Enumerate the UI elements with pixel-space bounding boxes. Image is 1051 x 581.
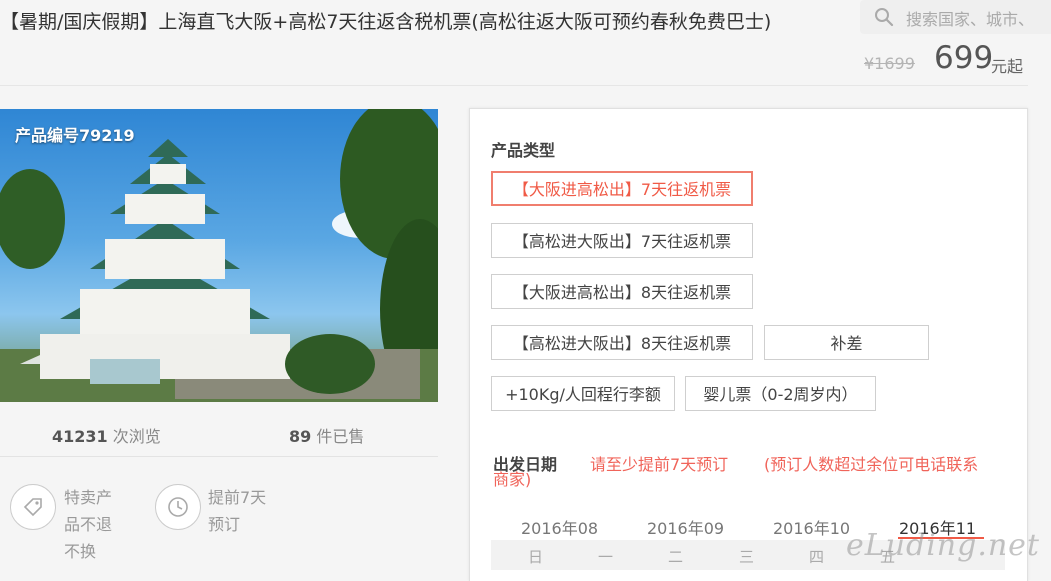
view-count: 41231 次浏览 — [52, 427, 161, 446]
product-number: 产品编号79219 — [15, 126, 135, 145]
advance-booking-notice: 请至少提前7天预订 — [590, 455, 729, 474]
weekday-sun: 日 — [528, 548, 544, 566]
option-osaka-in-takamatsu-out-7d[interactable]: 【大阪进高松出】7天往返机票 — [491, 171, 753, 206]
sale-price: 699 — [934, 40, 994, 76]
search-box[interactable]: 搜索国家、城市、 — [860, 0, 1051, 34]
month-tab-2016-10[interactable]: 2016年10 — [773, 515, 850, 539]
clock-icon — [155, 484, 201, 530]
option-osaka-in-takamatsu-out-8d[interactable]: 【大阪进高松出】8天往返机票 — [491, 274, 753, 309]
product-photo — [0, 109, 438, 402]
option-takamatsu-in-osaka-out-7d[interactable]: 【高松进大阪出】7天往返机票 — [491, 223, 753, 258]
search-input[interactable]: 搜索国家、城市、 — [906, 6, 1034, 30]
weekday-tue: 二 — [668, 548, 684, 566]
product-title: 【暑期/国庆假期】上海直飞大阪+高松7天往返含税机票(高松往返大阪可预约春秋免费… — [0, 11, 772, 33]
feature-no-refund: 特卖产 品不退 不换 — [64, 488, 113, 561]
month-tab-2016-08[interactable]: 2016年08 — [521, 515, 598, 539]
header-divider — [0, 85, 1028, 86]
option-extra-baggage[interactable]: +10Kg/人回程行李额 — [491, 376, 675, 411]
option-infant-ticket[interactable]: 婴儿票（0-2周岁内） — [685, 376, 876, 411]
search-icon — [874, 7, 894, 27]
month-tab-2016-09[interactable]: 2016年09 — [647, 515, 724, 539]
feature-advance-booking: 提前7天 预订 — [208, 488, 267, 534]
price-unit: 元起 — [991, 57, 1024, 76]
weekday-wed: 三 — [739, 548, 755, 566]
option-takamatsu-in-osaka-out-8d[interactable]: 【高松进大阪出】8天往返机票 — [491, 325, 753, 360]
watermark: eLuding.net — [846, 528, 1040, 563]
weekday-thu: 四 — [809, 548, 825, 566]
contact-notice-continued: 商家) — [493, 470, 532, 489]
original-price: ¥1699 — [864, 54, 915, 73]
sold-count: 89 件已售 — [289, 427, 365, 446]
contact-notice: (预订人数超过余位可电话联系 — [764, 455, 979, 474]
tag-icon — [10, 484, 56, 530]
option-price-difference[interactable]: 补差 — [764, 325, 929, 360]
weekday-mon: 一 — [598, 548, 614, 566]
stats-divider — [0, 456, 438, 457]
product-type-label: 产品类型 — [491, 141, 556, 160]
